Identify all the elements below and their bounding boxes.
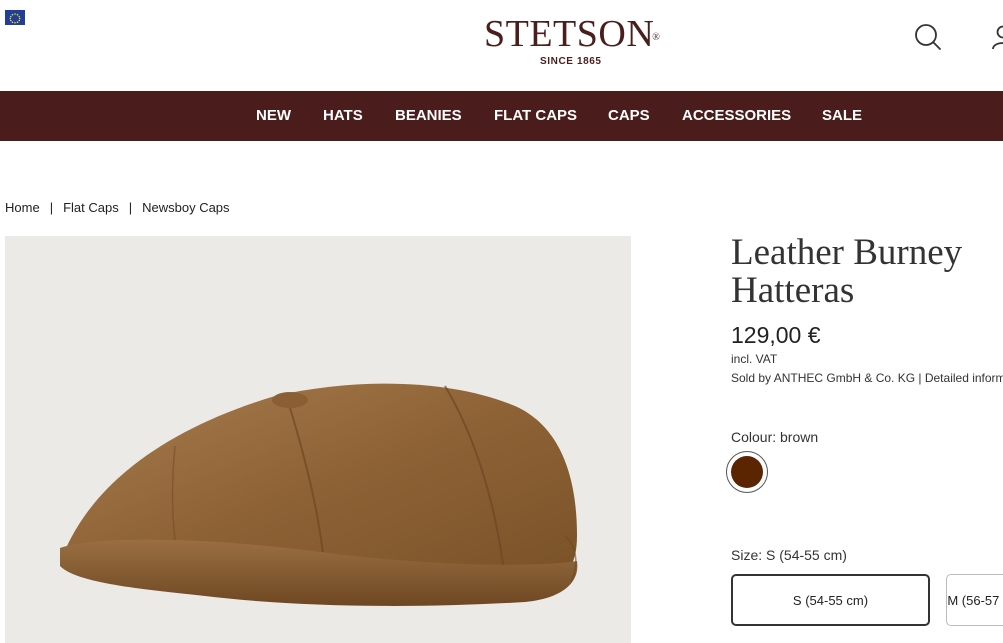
logo-registered-mark: ® — [652, 32, 661, 43]
size-option-m[interactable]: M (56-57 cm) — [946, 574, 1003, 626]
logo-text: STETSON — [484, 13, 655, 55]
breadcrumb-newsboy-caps[interactable]: Newsboy Caps — [142, 200, 229, 215]
logo-wordmark: STETSON® — [484, 14, 664, 58]
account-button[interactable] — [990, 22, 1003, 52]
eu-stars-icon — [9, 12, 21, 24]
colour-swatch-brown[interactable] — [726, 451, 768, 493]
stetson-logo[interactable]: STETSON® SINCE 1865 — [484, 14, 664, 67]
seller-info[interactable]: Sold by ANTHEC GmbH & Co. KG | Detailed … — [731, 371, 1003, 385]
nav-item-beanies[interactable]: BEANIES — [395, 91, 462, 141]
search-button[interactable] — [913, 22, 943, 52]
main-navigation: NEW HATS BEANIES FLAT CAPS CAPS ACCESSOR… — [0, 91, 1003, 141]
size-label: Size: S (54-55 cm) — [731, 547, 847, 563]
eu-flag-icon[interactable] — [5, 10, 25, 25]
swatch-fill — [731, 456, 763, 488]
search-icon — [915, 24, 941, 50]
logo-tagline: SINCE 1865 — [540, 56, 602, 67]
nav-item-accessories[interactable]: ACCESSORIES — [682, 91, 791, 141]
breadcrumb-flat-caps[interactable]: Flat Caps — [63, 200, 119, 215]
nav-item-caps[interactable]: CAPS — [608, 91, 650, 141]
colour-label: Colour: brown — [731, 429, 819, 445]
size-option-s[interactable]: S (54-55 cm) — [731, 574, 930, 626]
product-image[interactable] — [5, 236, 631, 643]
breadcrumb: Home | Flat Caps | Newsboy Caps — [5, 200, 230, 215]
flat-cap-image — [60, 383, 578, 606]
vat-note: incl. VAT — [731, 352, 778, 366]
product-price: 129,00 € — [731, 322, 821, 348]
nav-item-new[interactable]: NEW — [256, 91, 291, 141]
product-title: Leather Burney Hatteras — [731, 232, 963, 311]
nav-item-sale[interactable]: SALE — [822, 91, 862, 141]
nav-item-hats[interactable]: HATS — [323, 91, 363, 141]
user-icon — [992, 25, 1003, 50]
breadcrumb-separator: | — [128, 200, 133, 215]
breadcrumb-separator: | — [49, 200, 54, 215]
breadcrumb-home[interactable]: Home — [5, 200, 40, 215]
nav-item-flat-caps[interactable]: FLAT CAPS — [494, 91, 577, 141]
